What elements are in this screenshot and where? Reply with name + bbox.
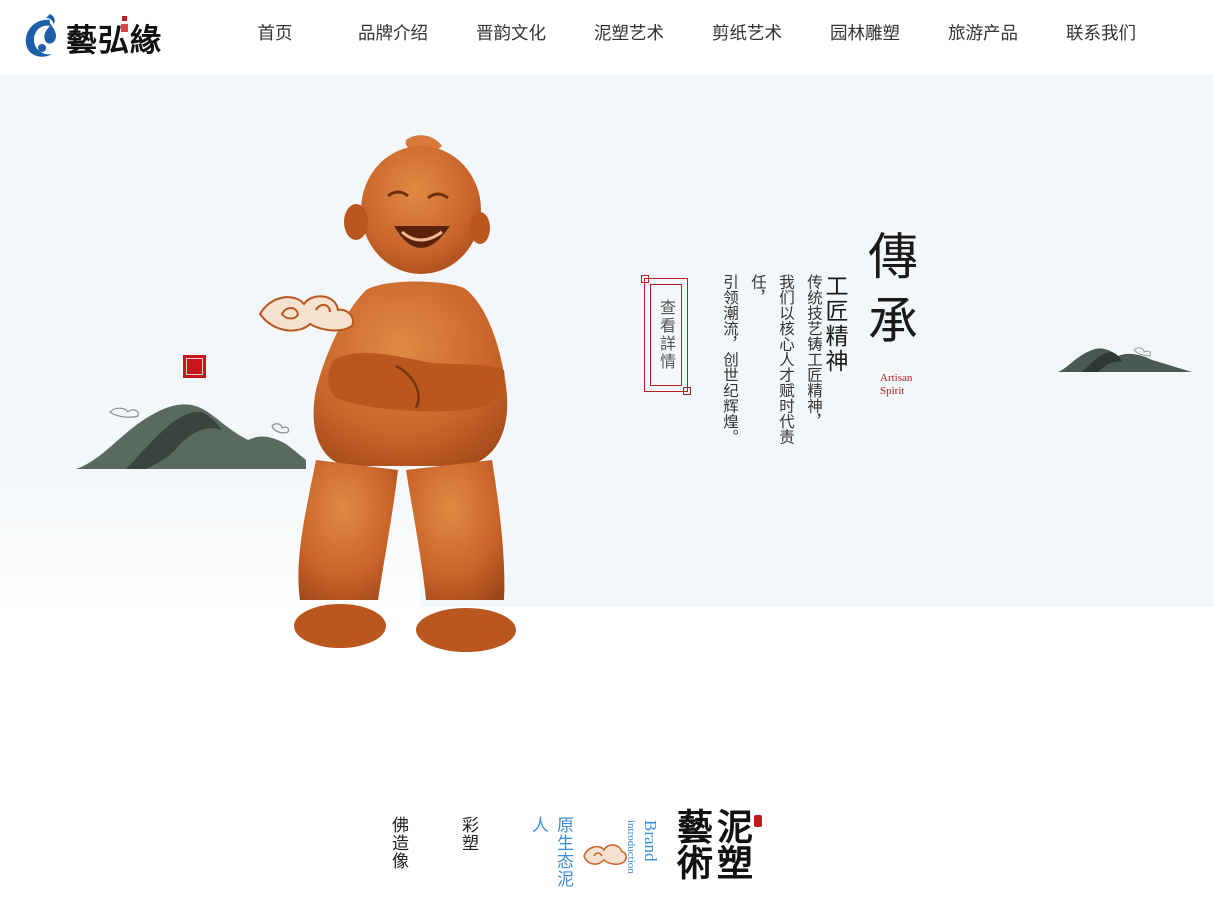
logo-text: 藝弘緣 [66,22,162,59]
nav-item-garden-sculpture[interactable]: 园林雕塑 [806,0,924,70]
button-inner-border [650,284,682,386]
category-native-clay-figures[interactable]: 原生态泥人 [526,816,576,905]
nav-item-clay-art[interactable]: 泥塑艺术 [570,0,688,70]
hero-description: 传统技艺铸工匠精神， 我们以核心人才赋时代责任， 引领潮流，创世纪辉煌。 [716,274,828,474]
nav-item-paper-cut[interactable]: 剪纸艺术 [688,0,806,70]
red-seal-icon [183,355,206,378]
ink-mountain-right-icon [1058,347,1192,372]
logo-seal-icon [121,16,128,32]
mini-seal-icon [754,815,762,827]
nav-item-travel-products[interactable]: 旅游产品 [924,0,1042,70]
view-details-button[interactable]: 查看詳情 [641,275,691,395]
hero-title-en: Artisan Spirit [880,372,913,397]
logo-swirl-icon [25,14,56,57]
site-header: 藝弘緣 首页 品牌介绍 晋韵文化 泥塑艺术 剪纸艺术 园林雕塑 旅游产品 联系我… [0,0,1213,74]
nav-item-contact[interactable]: 联系我们 [1042,0,1160,70]
brand-intro-title: 泥塑藝術 [671,808,753,880]
category-painted-sculpture[interactable]: 彩塑 [456,816,481,852]
nav-item-home[interactable]: 首页 [216,0,334,70]
hero-desc-line-2: 我们以核心人才赋时代责任， [749,274,795,445]
category-buddha-statues[interactable]: 佛造像 [386,816,411,870]
nav-item-culture[interactable]: 晋韵文化 [452,0,570,70]
hero-desc-line-1: 传统技艺铸工匠精神， [805,274,823,429]
clay-child-figure [258,135,516,652]
hero-desc-line-3: 引领潮流，创世纪辉煌。 [721,274,739,445]
brand-en-line-1: Brand [641,820,660,862]
hero-banner [0,74,1213,607]
nav-item-brand[interactable]: 品牌介绍 [334,0,452,70]
main-nav: 首页 品牌介绍 晋韵文化 泥塑艺术 剪纸艺术 园林雕塑 旅游产品 联系我们 [216,0,1160,70]
hero-title: 傳承 [868,228,918,350]
brand-intro-en: Brand introduction [622,820,660,905]
brand-en-line-2: introduction [625,820,637,874]
logo[interactable]: 藝弘緣 [20,10,175,64]
